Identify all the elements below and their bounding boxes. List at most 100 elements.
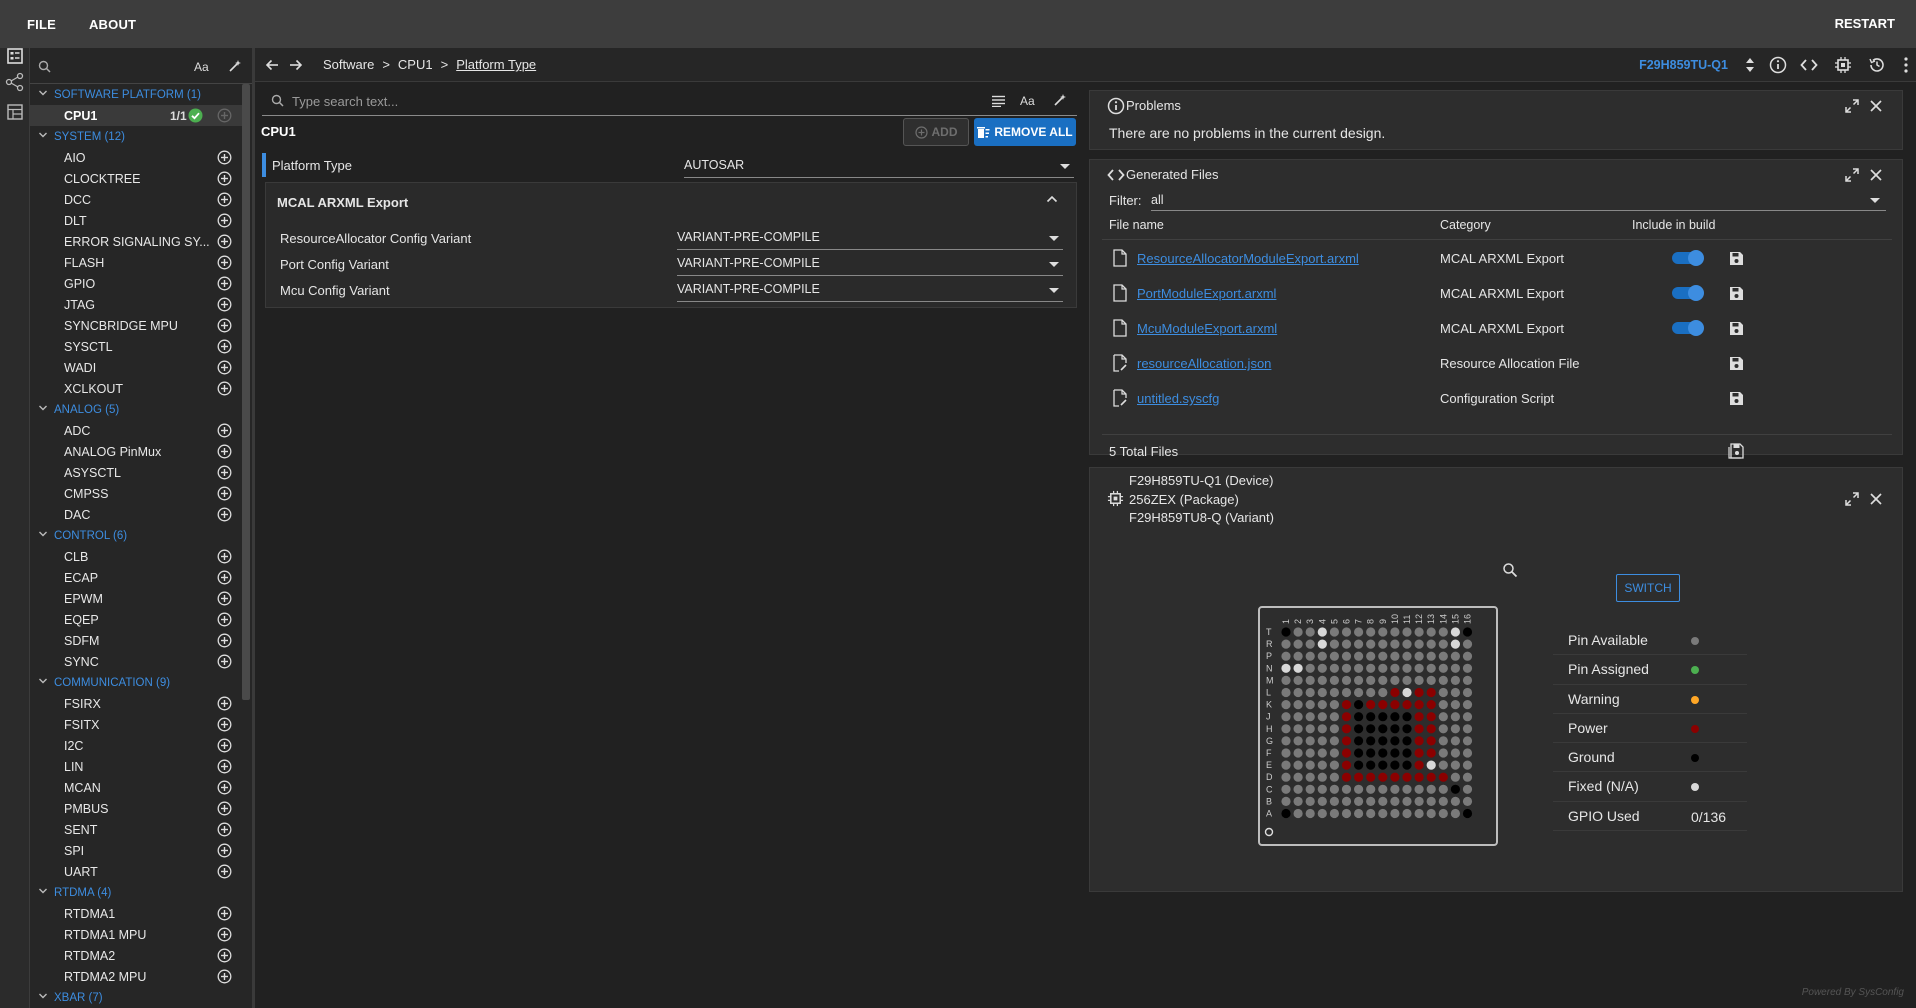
pin[interactable] xyxy=(1293,687,1303,698)
forward-arrow-icon[interactable] xyxy=(289,57,305,73)
add-circle-icon[interactable] xyxy=(217,969,232,984)
sidebar-item[interactable]: SDFM xyxy=(30,630,242,651)
pin[interactable] xyxy=(1414,736,1424,746)
add-circle-icon[interactable] xyxy=(217,612,232,627)
add-circle-icon[interactable] xyxy=(217,591,232,606)
add-circle-icon[interactable] xyxy=(217,444,232,459)
table-view-icon[interactable] xyxy=(5,102,25,122)
pin[interactable] xyxy=(1305,687,1315,698)
expand-icon[interactable] xyxy=(1844,98,1860,114)
sidebar-item[interactable]: ADC xyxy=(30,420,242,441)
pin[interactable] xyxy=(1317,772,1327,782)
pin[interactable] xyxy=(1390,712,1400,722)
pin[interactable] xyxy=(1305,748,1315,758)
pin[interactable] xyxy=(1402,639,1412,649)
sidebar-category[interactable]: COMMUNICATION (9) xyxy=(30,672,242,693)
resourceallocator-variant-select[interactable]: VARIANT-PRE-COMPILE xyxy=(677,230,1063,250)
pin[interactable] xyxy=(1317,675,1327,685)
pin[interactable] xyxy=(1378,663,1388,673)
pin[interactable] xyxy=(1450,796,1460,806)
filter-select[interactable]: all xyxy=(1151,191,1886,211)
pin[interactable] xyxy=(1305,675,1315,685)
include-in-build-toggle[interactable] xyxy=(1672,250,1704,266)
pin[interactable] xyxy=(1450,639,1460,649)
add-circle-icon[interactable] xyxy=(217,801,232,816)
pin[interactable] xyxy=(1341,700,1352,710)
pin[interactable] xyxy=(1462,808,1473,819)
pin[interactable] xyxy=(1390,760,1400,770)
add-circle-icon[interactable] xyxy=(217,570,232,585)
pin[interactable] xyxy=(1341,736,1352,746)
add-circle-icon[interactable] xyxy=(217,381,232,396)
pin[interactable] xyxy=(1329,700,1339,710)
match-case-toggle[interactable]: Aa xyxy=(1020,94,1035,108)
pin[interactable] xyxy=(1366,712,1376,722)
pin[interactable] xyxy=(1390,772,1400,782)
sidebar-item[interactable]: GPIO xyxy=(30,273,242,294)
software-view-icon[interactable] xyxy=(5,46,25,66)
pin[interactable] xyxy=(1414,627,1424,637)
pin[interactable] xyxy=(1341,772,1352,782)
sidebar-item[interactable]: DAC xyxy=(30,504,242,525)
pin[interactable] xyxy=(1341,675,1352,685)
pin[interactable] xyxy=(1450,663,1460,673)
sort-updown-icon[interactable] xyxy=(1744,56,1756,74)
add-circle-icon[interactable] xyxy=(217,423,232,438)
sidebar-item[interactable]: SYNC xyxy=(30,651,242,672)
pin[interactable] xyxy=(1402,651,1412,661)
pin[interactable] xyxy=(1281,687,1291,698)
pin[interactable] xyxy=(1438,700,1448,710)
pin[interactable] xyxy=(1378,639,1388,649)
pin[interactable] xyxy=(1293,748,1303,758)
sidebar-category[interactable]: SYSTEM (12) xyxy=(30,126,242,147)
pin[interactable] xyxy=(1329,663,1339,673)
sidebar-item[interactable]: RTDMA2 MPU xyxy=(30,966,242,987)
pin[interactable] xyxy=(1293,675,1303,685)
pin[interactable] xyxy=(1329,651,1339,661)
pin[interactable] xyxy=(1305,796,1315,806)
pin[interactable] xyxy=(1462,796,1473,806)
pin[interactable] xyxy=(1293,736,1303,746)
pin[interactable] xyxy=(1450,627,1460,637)
pin[interactable] xyxy=(1426,724,1436,734)
pin[interactable] xyxy=(1341,687,1352,698)
pin[interactable] xyxy=(1462,736,1473,746)
pin[interactable] xyxy=(1414,724,1424,734)
pin[interactable] xyxy=(1438,663,1448,673)
pin[interactable] xyxy=(1293,724,1303,734)
pin[interactable] xyxy=(1366,748,1376,758)
add-circle-icon[interactable] xyxy=(217,654,232,669)
pin[interactable] xyxy=(1293,808,1303,819)
sidebar-item[interactable]: SENT xyxy=(30,819,242,840)
pin[interactable] xyxy=(1378,772,1388,782)
pin[interactable] xyxy=(1402,772,1412,782)
add-circle-icon[interactable] xyxy=(217,150,232,165)
pin[interactable] xyxy=(1366,760,1376,770)
pin[interactable] xyxy=(1281,808,1291,819)
sidebar-item[interactable]: UART xyxy=(30,861,242,882)
pin[interactable] xyxy=(1378,700,1388,710)
pin[interactable] xyxy=(1305,724,1315,734)
pin[interactable] xyxy=(1281,784,1291,794)
pin[interactable] xyxy=(1414,748,1424,758)
pin[interactable] xyxy=(1450,736,1460,746)
pin[interactable] xyxy=(1317,760,1327,770)
pin[interactable] xyxy=(1462,651,1473,661)
pin[interactable] xyxy=(1462,639,1473,649)
pin[interactable] xyxy=(1426,687,1436,698)
save-icon[interactable] xyxy=(1729,356,1744,371)
include-in-build-toggle[interactable] xyxy=(1672,285,1704,301)
save-icon[interactable] xyxy=(1729,286,1744,301)
sidebar-item[interactable]: MCAN xyxy=(30,777,242,798)
pin[interactable] xyxy=(1402,736,1412,746)
pin[interactable] xyxy=(1414,651,1424,661)
pin[interactable] xyxy=(1390,808,1400,819)
pin[interactable] xyxy=(1305,760,1315,770)
pin[interactable] xyxy=(1390,639,1400,649)
remove-all-button[interactable]: REMOVE ALL xyxy=(974,118,1076,146)
sidebar-item[interactable]: CLB xyxy=(30,546,242,567)
pin[interactable] xyxy=(1414,772,1424,782)
pin[interactable] xyxy=(1390,663,1400,673)
pin[interactable] xyxy=(1305,712,1315,722)
sidebar-item[interactable]: CMPSS xyxy=(30,483,242,504)
